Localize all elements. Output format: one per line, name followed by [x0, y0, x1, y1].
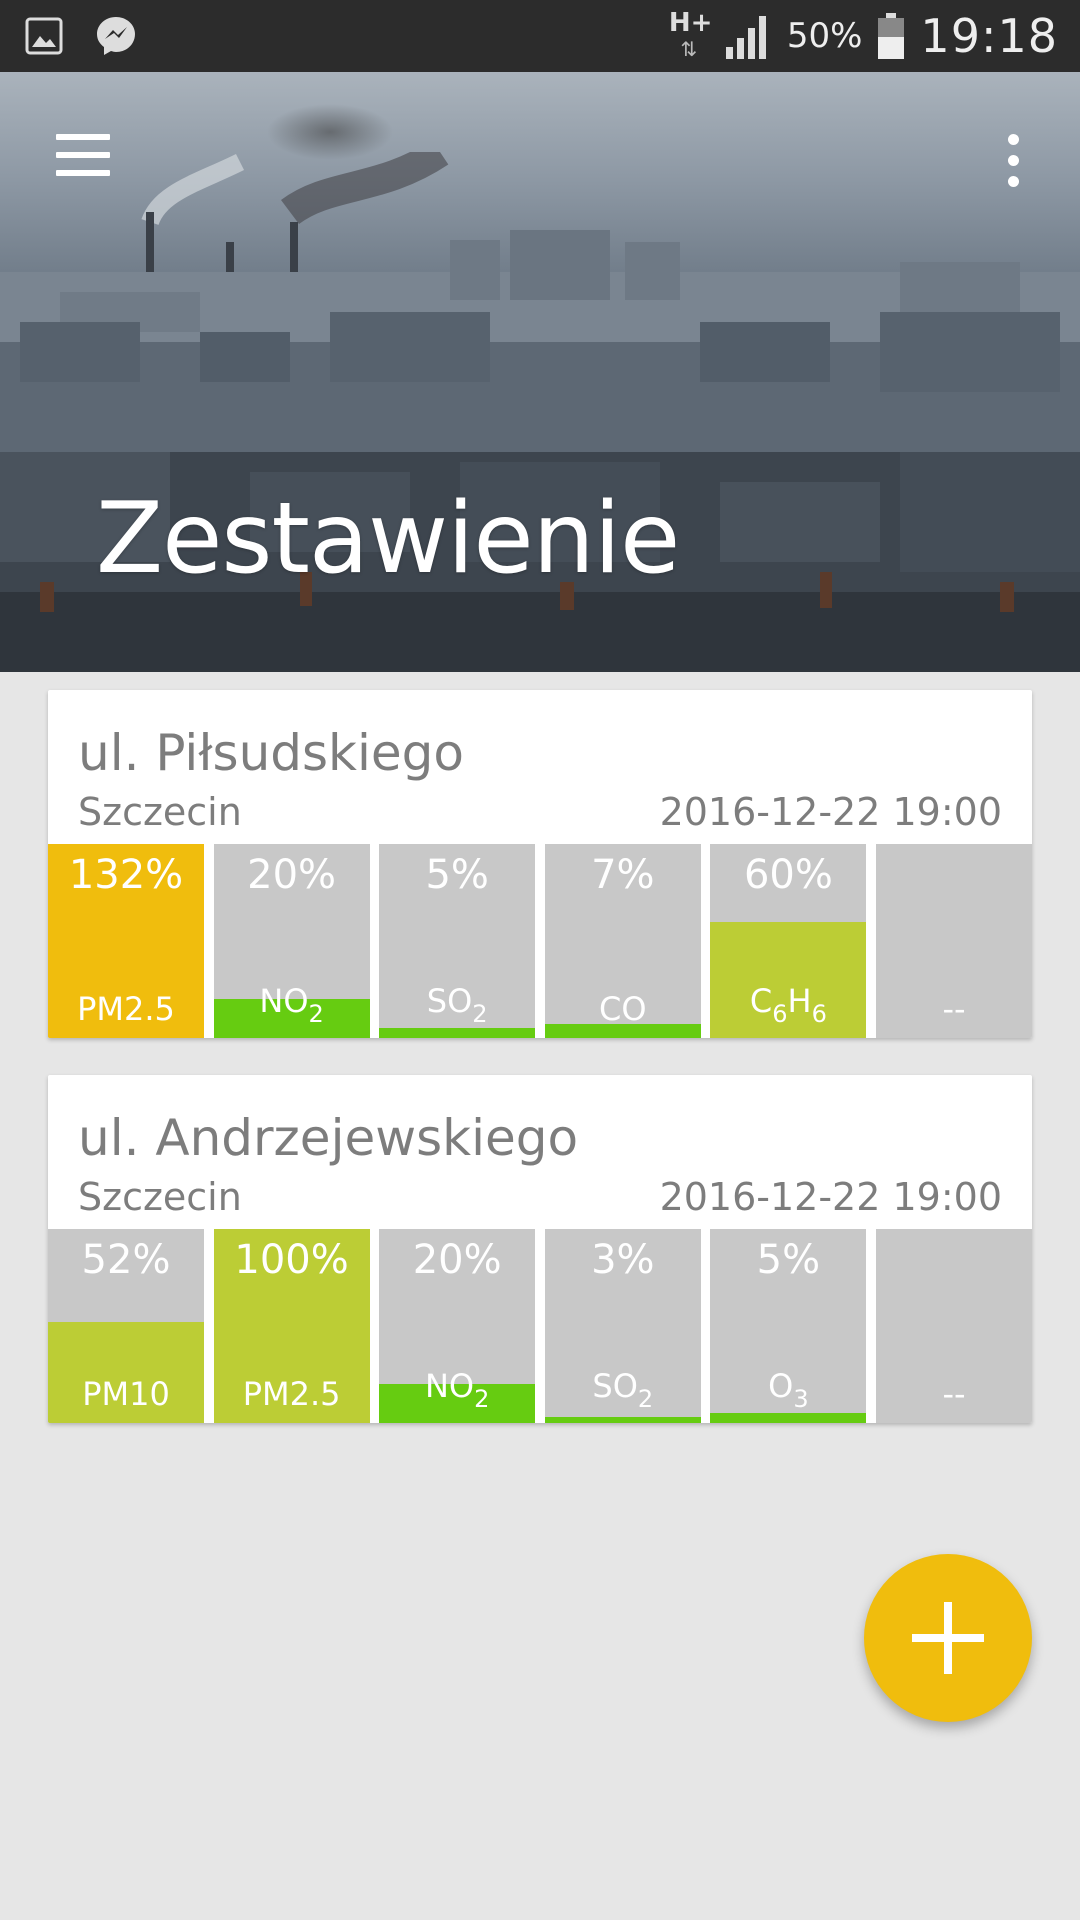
station-name: ul. Andrzejewskiego — [78, 1109, 579, 1167]
pollutant-percent: 5% — [425, 852, 489, 898]
pollutant-label: PM10 — [82, 1375, 170, 1413]
messenger-icon — [97, 17, 135, 55]
pollutant-label: PM2.5 — [242, 1375, 341, 1413]
pollutant-label: NO2 — [424, 1367, 490, 1413]
pollutant-label: CO — [599, 990, 647, 1028]
pollutant-percent: 20% — [412, 1237, 502, 1283]
pollutant-tile[interactable]: 132% PM2.5 — [48, 844, 204, 1038]
pollutant-label: O3 — [768, 1367, 809, 1413]
status-bar-system: H+ ⇅ 50% 19:18 — [669, 6, 1058, 66]
pollutant-percent: 7% — [591, 852, 655, 898]
pollutant-percent: 100% — [234, 1237, 349, 1283]
pollutant-level-bar — [710, 1413, 867, 1423]
hamburger-menu-icon-line — [56, 152, 110, 158]
more-vert-icon-dot — [1008, 155, 1019, 166]
station-city: Szczecin — [78, 790, 242, 834]
station-card[interactable]: ul. Piłsudskiego Szczecin 2016-12-22 19:… — [48, 690, 1032, 1038]
pollutant-tile[interactable]: 100% PM2.5 — [213, 1229, 370, 1423]
hamburger-menu-icon — [56, 134, 110, 140]
station-card[interactable]: ul. Andrzejewskiego Szczecin 2016-12-22 … — [48, 1075, 1032, 1423]
page-title: Zestawienie — [96, 482, 680, 596]
pollutant-label: -- — [942, 1375, 966, 1413]
pollutant-tile[interactable]: -- — [876, 1229, 1032, 1423]
clock: 19:18 — [920, 9, 1058, 63]
pollutant-tile[interactable]: 60% C6H6 — [710, 844, 867, 1038]
pollutant-label: PM2.5 — [77, 990, 175, 1028]
pollutant-tile[interactable]: 5% O3 — [710, 1229, 867, 1423]
pollutant-level-bar — [544, 1417, 701, 1423]
more-vert-icon-dot — [1008, 176, 1019, 187]
status-bar: H+ ⇅ 50% 19:18 — [0, 0, 1080, 72]
hamburger-menu-icon-line — [56, 170, 110, 176]
network-arrows-icon: ⇅ — [680, 37, 698, 61]
pollutant-tile[interactable]: 20% NO2 — [213, 844, 370, 1038]
battery-icon — [878, 13, 905, 59]
more-vert-icon — [1008, 134, 1019, 145]
gallery-icon — [25, 17, 63, 55]
pollutant-label: NO2 — [259, 982, 324, 1028]
status-bar-notifications — [24, 14, 138, 58]
header: Zestawienie — [0, 72, 1080, 672]
pollutant-tile[interactable]: 5% SO2 — [379, 844, 536, 1038]
battery-percent: 50% — [786, 16, 863, 56]
pollutant-tile[interactable]: 52% PM10 — [48, 1229, 204, 1423]
pollutant-tile[interactable]: -- — [876, 844, 1032, 1038]
station-datetime: 2016-12-22 19:00 — [659, 1175, 1002, 1219]
pollutant-percent: 5% — [756, 1237, 821, 1283]
pollutant-tile[interactable]: 7% CO — [544, 844, 701, 1038]
station-name: ul. Piłsudskiego — [78, 724, 464, 782]
pollutant-tiles: 52% PM10 100% PM2.5 20% NO2 3% SO2 5% O3 -- — [48, 1229, 1032, 1423]
signal-icon — [725, 16, 766, 59]
pollutant-percent: 52% — [81, 1237, 171, 1283]
pollutant-label: SO2 — [426, 982, 488, 1028]
more-options-button[interactable] — [990, 128, 1036, 192]
station-city: Szczecin — [78, 1175, 242, 1219]
station-datetime: 2016-12-22 19:00 — [659, 790, 1002, 834]
pollutant-label: SO2 — [592, 1367, 654, 1413]
add-station-button[interactable] — [864, 1554, 1032, 1722]
pollutant-level-bar — [379, 1028, 536, 1038]
pollutant-tiles: 132% PM2.5 20% NO2 5% SO2 7% CO 60% C6H6 -- — [48, 844, 1032, 1038]
plus-icon-stroke — [944, 1602, 952, 1674]
pollutant-percent: 60% — [743, 852, 833, 898]
menu-button[interactable] — [50, 130, 116, 180]
pollutant-percent: 132% — [68, 852, 184, 898]
pollutant-percent: 20% — [247, 852, 337, 898]
pollutant-tile[interactable]: 20% NO2 — [379, 1229, 536, 1423]
pollutant-percent: 3% — [591, 1237, 655, 1283]
pollutant-label: -- — [942, 990, 966, 1028]
pollutant-label: C6H6 — [749, 982, 827, 1028]
pollutant-tile[interactable]: 3% SO2 — [544, 1229, 701, 1423]
network-type: H+ ⇅ — [668, 8, 713, 61]
